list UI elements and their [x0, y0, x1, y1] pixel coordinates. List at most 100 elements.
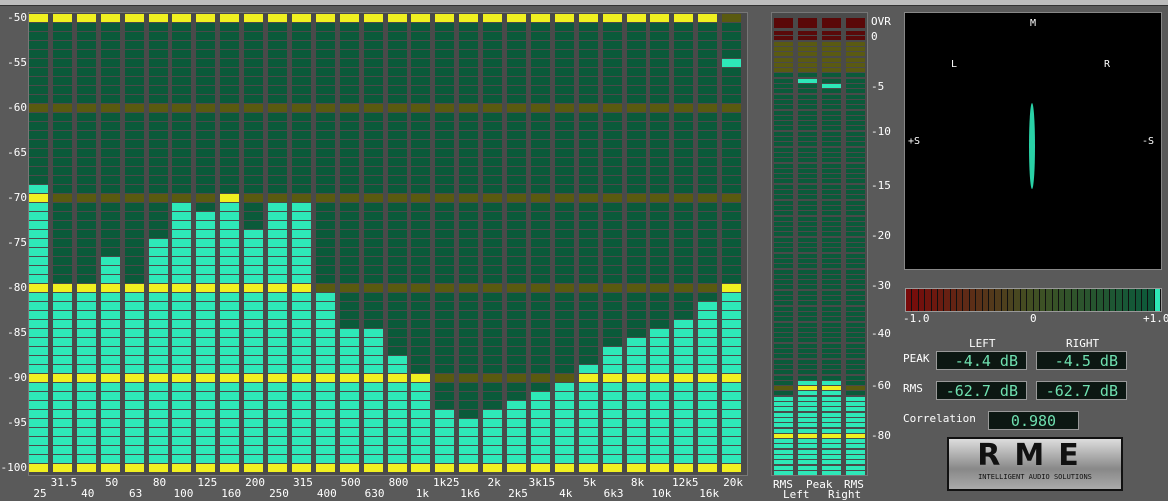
- band-segment: [387, 230, 407, 238]
- band-segment: [698, 419, 718, 427]
- meter-segment: [774, 31, 793, 35]
- band-segment: [220, 455, 240, 463]
- band-segment: [268, 383, 287, 391]
- band-segment: [602, 275, 622, 283]
- band-segment: [244, 401, 264, 409]
- band-segment: [196, 392, 216, 400]
- meter-segment: [846, 391, 865, 396]
- band-segment: [76, 293, 96, 301]
- meter-segment: [822, 31, 841, 35]
- band-segment: [722, 401, 742, 409]
- band-segment: [483, 437, 503, 445]
- meter-segment: [822, 41, 841, 46]
- band-segment: [411, 149, 431, 157]
- band-segment: [483, 401, 503, 409]
- band-segment: [722, 176, 742, 184]
- band-segment: [124, 221, 144, 229]
- band-segment: [483, 95, 503, 103]
- band-segment: [76, 455, 96, 463]
- band-segment: [650, 338, 670, 346]
- band-segment: [554, 203, 574, 211]
- band-segment: [363, 131, 383, 139]
- meter-segment: [798, 137, 817, 141]
- band-column-500: [339, 13, 359, 475]
- meter-segment: [774, 179, 793, 184]
- band-segment: [315, 455, 335, 463]
- band-segment: [268, 410, 287, 418]
- band-segment: [244, 311, 264, 319]
- band-segment: [52, 167, 72, 175]
- band-segment: [363, 248, 383, 256]
- band-segment: [387, 302, 407, 310]
- band-segment: [483, 59, 503, 67]
- band-segment: [387, 122, 407, 130]
- meter-segment: [774, 407, 793, 412]
- meter-segment: [822, 174, 841, 179]
- band-segment: [602, 329, 622, 337]
- band-segment: [315, 104, 335, 112]
- band-segment: [554, 212, 574, 220]
- band-segment: [315, 446, 335, 454]
- band-segment: [674, 266, 694, 274]
- band-segment: [363, 266, 383, 274]
- band-segment: [387, 221, 407, 229]
- band-segment: [220, 284, 240, 292]
- band-segment: [626, 32, 646, 40]
- meter-segment: [846, 258, 865, 263]
- band-segment: [124, 230, 144, 238]
- band-segment: [530, 149, 550, 157]
- band-segment: [435, 257, 455, 265]
- band-segment: [626, 293, 646, 301]
- band-column-25: [29, 13, 48, 475]
- y-tick-label: -90: [7, 371, 27, 384]
- band-segment: [674, 59, 694, 67]
- band-segment: [698, 311, 718, 319]
- band-segment: [722, 95, 742, 103]
- band-segment: [363, 77, 383, 85]
- band-segment: [29, 122, 48, 130]
- band-segment: [674, 257, 694, 265]
- band-segment: [722, 392, 742, 400]
- meter-segment: [822, 110, 841, 115]
- band-segment: [554, 104, 574, 112]
- band-segment: [626, 365, 646, 373]
- gonio-label-minus-s: -S: [1142, 136, 1155, 147]
- band-segment: [244, 86, 264, 94]
- band-segment: [124, 176, 144, 184]
- band-segment: [530, 392, 550, 400]
- band-segment: [244, 455, 264, 463]
- meter-segment: [822, 412, 841, 417]
- band-segment: [315, 392, 335, 400]
- band-segment: [554, 365, 574, 373]
- band-segment: [602, 239, 622, 247]
- band-segment: [483, 293, 503, 301]
- band-segment: [578, 41, 598, 49]
- meter-segment: [774, 412, 793, 417]
- band-segment: [291, 428, 311, 436]
- band-segment: [578, 401, 598, 409]
- band-segment: [674, 446, 694, 454]
- band-segment: [291, 59, 311, 67]
- band-segment: [124, 77, 144, 85]
- band-segment: [387, 77, 407, 85]
- band-segment: [76, 185, 96, 193]
- band-segment: [435, 374, 455, 382]
- band-segment: [148, 68, 168, 76]
- band-segment: [124, 122, 144, 130]
- band-segment: [530, 365, 550, 373]
- band-segment: [698, 113, 718, 121]
- band-segment: [220, 59, 240, 67]
- band-segment: [722, 86, 742, 94]
- meter-segment: [798, 232, 817, 237]
- band-segment: [650, 311, 670, 319]
- band-segment: [459, 212, 479, 220]
- band-segment: [507, 221, 526, 229]
- band-segment: [722, 104, 742, 112]
- band-segment: [650, 185, 670, 193]
- band-segment: [554, 167, 574, 175]
- band-segment: [196, 320, 216, 328]
- meter-segment: [798, 221, 817, 226]
- band-segment: [315, 194, 335, 202]
- band-segment: [578, 248, 598, 256]
- band-segment: [650, 347, 670, 355]
